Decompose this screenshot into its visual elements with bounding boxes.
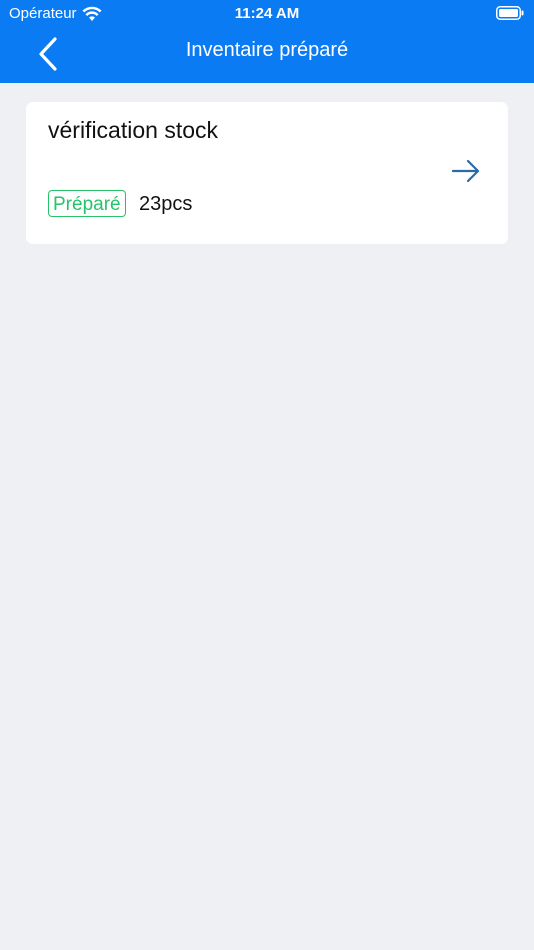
inventory-name: vérification stock <box>48 117 219 143</box>
quantity-label: 23pcs <box>139 193 193 215</box>
battery-icon <box>496 6 524 20</box>
app-header: Opérateur 11:24 AM Inventaire préparé <box>0 0 534 83</box>
arrow-right-icon[interactable] <box>451 156 481 186</box>
status-bar: Opérateur 11:24 AM <box>0 0 534 28</box>
status-badge: Préparé <box>48 190 126 217</box>
navigation-bar: Inventaire préparé <box>0 28 534 83</box>
status-time: 11:24 AM <box>234 5 300 22</box>
page-title: Inventaire préparé <box>185 39 349 61</box>
inventory-card[interactable]: vérification stock Préparé 23pcs <box>26 102 508 244</box>
